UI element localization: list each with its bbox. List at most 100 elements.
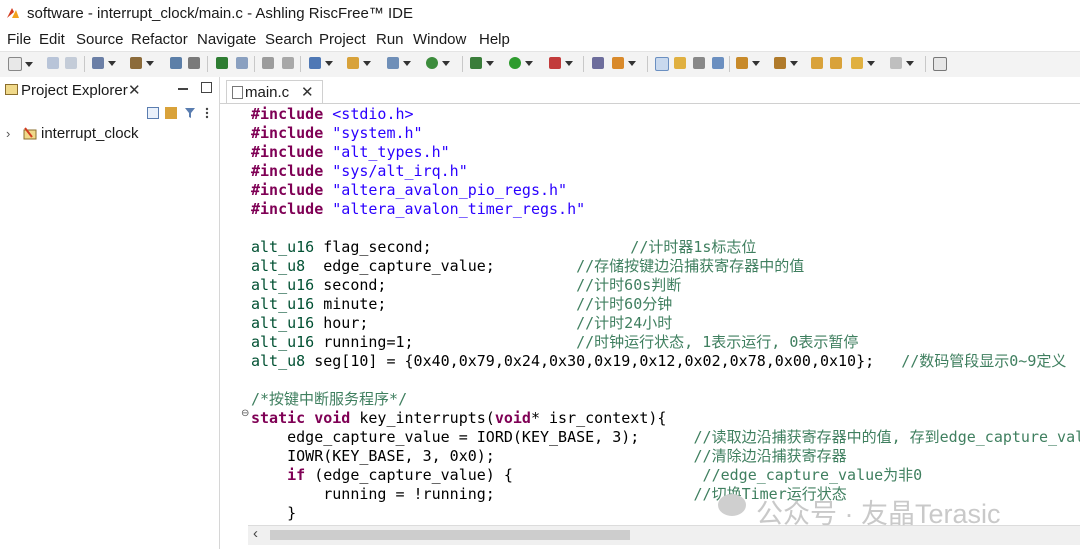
code-token-kw: #include xyxy=(251,200,333,218)
code-token-txt: key_interrupts( xyxy=(359,409,495,427)
block-selection-icon[interactable] xyxy=(693,57,705,69)
project-explorer-tab[interactable]: Project Explorer ✕ xyxy=(0,77,149,103)
menu-help[interactable]: Help xyxy=(479,31,510,48)
menu-search[interactable]: Search xyxy=(265,31,313,48)
code-token-txt: minute; xyxy=(314,295,577,313)
prev-annotation-icon[interactable] xyxy=(774,57,798,69)
code-token-cmt: //计时60s判断 xyxy=(576,276,682,294)
link-with-editor-icon[interactable] xyxy=(165,107,177,119)
watermark: 公众号 · 友晶Terasic xyxy=(718,490,1058,529)
menu-file[interactable]: File xyxy=(7,31,31,48)
last-edit-icon[interactable] xyxy=(811,57,823,69)
code-token-str: "system.h" xyxy=(332,124,423,142)
toolbar-separator xyxy=(729,56,730,72)
menu-edit[interactable]: Edit xyxy=(39,31,65,48)
view-menu-icon[interactable] xyxy=(204,107,210,119)
code-line: alt_u16 flag_second; //计时器1s标志位 xyxy=(251,238,756,257)
build-config-icon[interactable] xyxy=(92,57,116,69)
code-token-cmt: //计时24小时 xyxy=(576,314,673,332)
minimize-icon[interactable] xyxy=(178,88,188,90)
toolbar-separator xyxy=(583,56,584,72)
close-icon[interactable]: ✕ xyxy=(128,81,141,99)
scroll-thumb[interactable] xyxy=(270,530,630,540)
code-token-txt: seg[10] = {0x40,0x79,0x24,0x30,0x19,0x12… xyxy=(305,352,902,370)
code-line: static void key_interrupts(void* isr_con… xyxy=(251,409,666,428)
toolbar-separator xyxy=(647,56,648,72)
open-type-icon[interactable] xyxy=(347,57,371,69)
code-token-cmt: //edge_capture_value为非0 xyxy=(702,466,923,484)
code-line: #include "altera_avalon_timer_regs.h" xyxy=(251,200,585,219)
run-icon[interactable] xyxy=(509,57,533,69)
rocket-icon[interactable] xyxy=(612,57,636,69)
menu-source[interactable]: Source xyxy=(76,31,124,48)
project-explorer-panel: Project Explorer ✕ › interrupt_clock xyxy=(0,77,220,549)
code-line: alt_u16 second; //计时60s判断 xyxy=(251,276,681,295)
mark-occurrences-icon[interactable] xyxy=(655,57,669,71)
close-icon[interactable]: ✕ xyxy=(301,83,314,101)
new-icon[interactable] xyxy=(8,57,33,71)
open-perspective-icon[interactable] xyxy=(933,57,947,71)
code-token-type: alt_u16 xyxy=(251,238,315,256)
code-line: alt_u16 hour; //计时24小时 xyxy=(251,314,672,333)
toolbar-separator xyxy=(462,56,463,72)
filter-icon[interactable] xyxy=(184,107,196,119)
chip-icon[interactable] xyxy=(216,57,228,69)
code-line: #include "system.h" xyxy=(251,124,423,143)
show-whitespace-icon[interactable] xyxy=(712,57,724,69)
scroll-left-icon[interactable]: ‹ xyxy=(253,525,258,542)
code-token-cmt: //时钟运行状态, 1表示运行, 0表示暂停 xyxy=(576,333,859,351)
new-file-icon[interactable] xyxy=(387,57,411,69)
link-icon[interactable] xyxy=(236,57,248,69)
code-line: alt_u16 minute; //计时60分钟 xyxy=(251,295,672,314)
back-edit-icon[interactable] xyxy=(830,57,842,69)
menu-project[interactable]: Project xyxy=(319,31,366,48)
highlight-icon[interactable] xyxy=(674,57,686,69)
tree-item-project[interactable]: › interrupt_clock xyxy=(0,124,219,144)
menu-window[interactable]: Window xyxy=(413,31,466,48)
code-token-type: alt_u16 xyxy=(251,276,315,294)
code-token-str: "alt_types.h" xyxy=(332,143,450,161)
code-line: alt_u8 edge_capture_value; //存储按键边沿捕获寄存器… xyxy=(251,257,804,276)
watermark-text: 公众号 · 友晶Terasic xyxy=(756,499,1001,529)
code-area[interactable]: #include <stdio.h> #include "system.h" #in… xyxy=(251,105,1080,522)
chevron-right-icon[interactable]: › xyxy=(6,126,10,141)
search-file-icon[interactable] xyxy=(188,57,200,69)
menu-navigate[interactable]: Navigate xyxy=(197,31,256,48)
code-token-kw: static void xyxy=(251,409,351,427)
back-icon[interactable] xyxy=(851,57,875,69)
external-tools-icon[interactable] xyxy=(549,57,573,69)
editor-tab-label: main.c xyxy=(245,84,290,101)
project-name: interrupt_clock xyxy=(41,125,139,142)
code-token-type: alt_u8 xyxy=(251,257,306,275)
new-project-icon[interactable] xyxy=(309,57,333,69)
toolbar-separator xyxy=(84,56,85,72)
code-token-kw: #include xyxy=(251,124,333,142)
code-token-cmt: //计时60分钟 xyxy=(576,295,673,313)
wechat-icon xyxy=(718,494,746,516)
code-token-str: <stdio.h> xyxy=(332,105,414,123)
code-token-txt: (edge_capture_value) { xyxy=(305,466,703,484)
forward-icon[interactable] xyxy=(890,57,914,69)
hammer-build-icon[interactable] xyxy=(130,57,154,69)
maximize-icon[interactable] xyxy=(201,82,212,93)
arrow-icon[interactable] xyxy=(262,57,274,69)
project-explorer-toolbar xyxy=(0,103,219,125)
save-icon[interactable] xyxy=(47,57,59,69)
code-line: alt_u8 seg[10] = {0x40,0x79,0x24,0x30,0x… xyxy=(251,352,1066,371)
overlay-icon[interactable] xyxy=(282,57,294,69)
code-token-kw: if xyxy=(251,466,306,484)
debug-icon[interactable] xyxy=(470,57,494,69)
c-file-icon xyxy=(232,86,243,99)
menu-run[interactable]: Run xyxy=(376,31,404,48)
git-icon[interactable] xyxy=(426,57,450,69)
code-line: /*按键中断服务程序*/ xyxy=(251,390,407,409)
tab-main-c[interactable]: main.c ✕ xyxy=(226,80,323,104)
save-all-icon[interactable] xyxy=(65,57,77,69)
collapse-all-icon[interactable] xyxy=(147,107,159,119)
binary-icon[interactable] xyxy=(170,57,182,69)
package-icon[interactable] xyxy=(592,57,604,69)
next-annotation-icon[interactable] xyxy=(736,57,760,69)
menu-refactor[interactable]: Refactor xyxy=(131,31,188,48)
code-token-kw: void xyxy=(494,409,531,427)
fold-collapse-icon[interactable]: ⊖ xyxy=(241,408,249,419)
